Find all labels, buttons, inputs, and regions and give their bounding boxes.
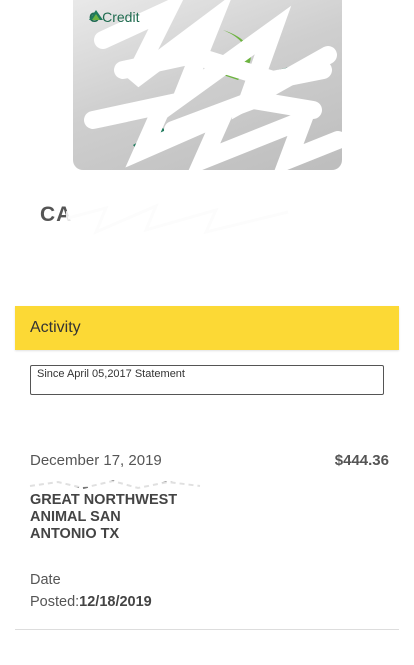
card-brand-name: Credit xyxy=(102,9,140,25)
statement-period-value: Since April 05,2017 Statement xyxy=(37,368,185,380)
card-logo: C Credit xyxy=(89,9,139,25)
transaction-date-label: Date xyxy=(30,572,61,588)
posted-label: Posted: xyxy=(30,594,80,610)
activity-title: Activity xyxy=(30,319,81,336)
card-artwork xyxy=(84,0,342,170)
transaction-divider xyxy=(15,629,399,630)
transaction-posted-date: Posted:12/18/2019 xyxy=(30,594,152,610)
statement-period-select[interactable]: Since April 05,2017 Statement xyxy=(30,365,384,395)
redaction-scribble xyxy=(84,0,342,170)
account-name-redaction xyxy=(66,198,290,236)
activity-header: Activity xyxy=(15,306,399,350)
transaction-date: December 17, 2019 xyxy=(30,452,162,469)
transaction-merchant: GREAT NORTHWEST ANIMAL SAN ANTONIO TX xyxy=(30,492,178,542)
leaf-logo-icon xyxy=(89,10,103,20)
posted-date-value: 12/18/2019 xyxy=(79,594,152,610)
transaction-amount: $444.36 xyxy=(334,452,389,469)
credit-card-image: C Credit xyxy=(73,0,342,170)
